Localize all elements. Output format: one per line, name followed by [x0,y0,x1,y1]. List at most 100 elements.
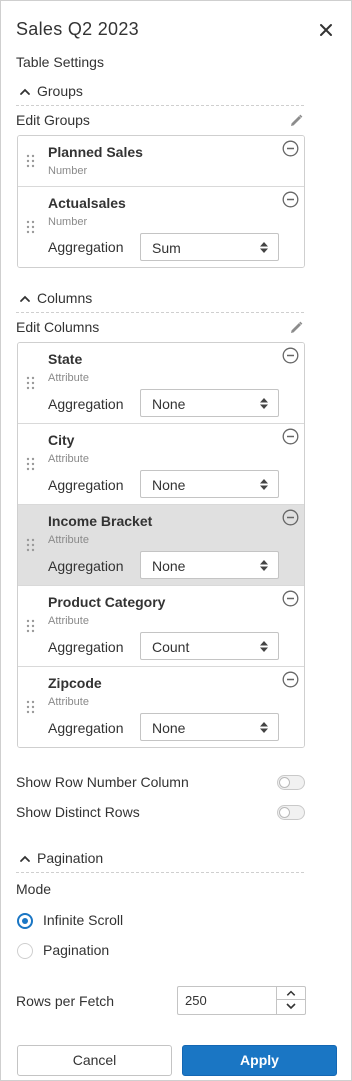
stepper-buttons [276,987,305,1014]
pagination-section-label: Pagination [37,850,104,866]
groups-section-header[interactable]: Groups [16,82,304,106]
panel-title: Sales Q2 2023 [16,19,139,39]
sort-arrows-icon [260,560,268,571]
columns-section-header[interactable]: Columns [16,289,304,313]
minus-circle-icon[interactable] [282,428,299,445]
groups-section-label: Groups [37,83,83,99]
edit-columns-row: Edit Columns [16,319,304,339]
aggregation-label: Aggregation [48,396,124,412]
drag-handle-icon[interactable] [26,220,36,234]
aggregation-select[interactable]: Sum [140,233,279,261]
drag-handle-icon[interactable] [26,154,36,168]
table-settings-panel: Sales Q2 2023 Table Settings Groups Edit… [0,0,352,1081]
minus-circle-icon[interactable] [282,140,299,157]
chevron-up-icon[interactable] [277,987,305,1000]
item-name: Zipcode [48,675,102,691]
columns-section-label: Columns [37,290,93,306]
show-distinct-rows-label: Show Distinct Rows [16,804,140,820]
show-row-number-label: Show Row Number Column [16,774,189,790]
list-item[interactable]: Product Category Attribute Aggregation C… [18,586,304,667]
radio-button[interactable] [17,943,33,959]
edit-groups-label: Edit Groups [16,112,90,128]
columns-list: State Attribute Aggregation None City At… [17,342,305,748]
cancel-button[interactable]: Cancel [17,1045,172,1076]
sort-arrows-icon [260,479,268,490]
minus-circle-icon[interactable] [282,347,299,364]
groups-list: Planned Sales Number Actualsales Number … [17,135,305,268]
minus-circle-icon[interactable] [282,509,299,526]
pencil-icon[interactable] [288,113,304,129]
sort-arrows-icon [260,641,268,652]
show-distinct-rows-row: Show Distinct Rows [16,804,306,824]
rows-per-fetch-stepper[interactable]: 250 [177,986,306,1015]
aggregation-select[interactable]: None [140,713,279,741]
item-type: Attribute [48,534,89,546]
radio-button-selected[interactable] [17,913,33,929]
rows-per-fetch-value[interactable]: 250 [185,993,207,1008]
panel-header: Sales Q2 2023 [16,19,335,45]
aggregation-value: None [152,396,186,412]
item-name: Income Bracket [48,513,153,529]
aggregation-value: Sum [152,240,181,256]
chevron-up-icon [20,88,30,95]
item-type: Number [48,216,88,228]
aggregation-select[interactable]: None [140,389,279,417]
list-item[interactable]: City Attribute Aggregation None [18,424,304,505]
drag-handle-icon[interactable] [26,376,36,390]
aggregation-label: Aggregation [48,558,124,574]
item-name: City [48,432,75,448]
minus-circle-icon[interactable] [282,671,299,688]
item-name: Actualsales [48,195,126,211]
edit-columns-label: Edit Columns [16,319,100,335]
list-item[interactable]: Actualsales Number Aggregation Sum [18,187,304,267]
aggregation-select[interactable]: Count [140,632,279,660]
aggregation-label: Aggregation [48,639,124,655]
list-item[interactable]: Planned Sales Number [18,136,304,187]
aggregation-value: None [152,720,186,736]
aggregation-select[interactable]: None [140,551,279,579]
item-name: Product Category [48,594,166,610]
chevron-up-icon [20,295,30,302]
minus-circle-icon[interactable] [282,590,299,607]
drag-handle-icon[interactable] [26,619,36,633]
panel-subtitle: Table Settings [16,54,104,70]
item-type: Number [48,165,88,177]
mode-label: Mode [16,881,52,897]
sort-arrows-icon [260,722,268,733]
drag-handle-icon[interactable] [26,700,36,714]
aggregation-label: Aggregation [48,720,124,736]
list-item[interactable]: State Attribute Aggregation None [18,343,304,424]
item-name: State [48,351,83,367]
aggregation-value: None [152,558,186,574]
aggregation-label: Aggregation [48,239,124,255]
toggle-knob [279,777,290,788]
close-icon[interactable] [317,21,335,39]
radio-label: Infinite Scroll [43,912,124,928]
drag-handle-icon[interactable] [26,457,36,471]
chevron-down-icon[interactable] [277,1000,305,1013]
pencil-icon[interactable] [288,320,304,336]
sort-arrows-icon [260,242,268,253]
aggregation-label: Aggregation [48,477,124,493]
item-type: Attribute [48,696,89,708]
aggregation-value: Count [152,639,190,655]
sort-arrows-icon [260,398,268,409]
item-type: Attribute [48,453,89,465]
toggle-knob [279,807,290,818]
chevron-up-icon [20,855,30,862]
item-name: Planned Sales [48,144,143,160]
apply-button[interactable]: Apply [182,1045,337,1076]
rows-per-fetch-label: Rows per Fetch [16,993,115,1009]
drag-handle-icon[interactable] [26,538,36,552]
pagination-section-header[interactable]: Pagination [16,849,304,873]
show-distinct-rows-toggle[interactable] [277,805,305,820]
minus-circle-icon[interactable] [282,191,299,208]
show-row-number-row: Show Row Number Column [16,774,306,794]
edit-groups-row: Edit Groups [16,112,304,132]
aggregation-select[interactable]: None [140,470,279,498]
item-type: Attribute [48,615,89,627]
list-item[interactable]: Zipcode Attribute Aggregation None [18,667,304,747]
list-item[interactable]: Income Bracket Attribute Aggregation Non… [18,505,304,586]
show-row-number-toggle[interactable] [277,775,305,790]
aggregation-value: None [152,477,186,493]
